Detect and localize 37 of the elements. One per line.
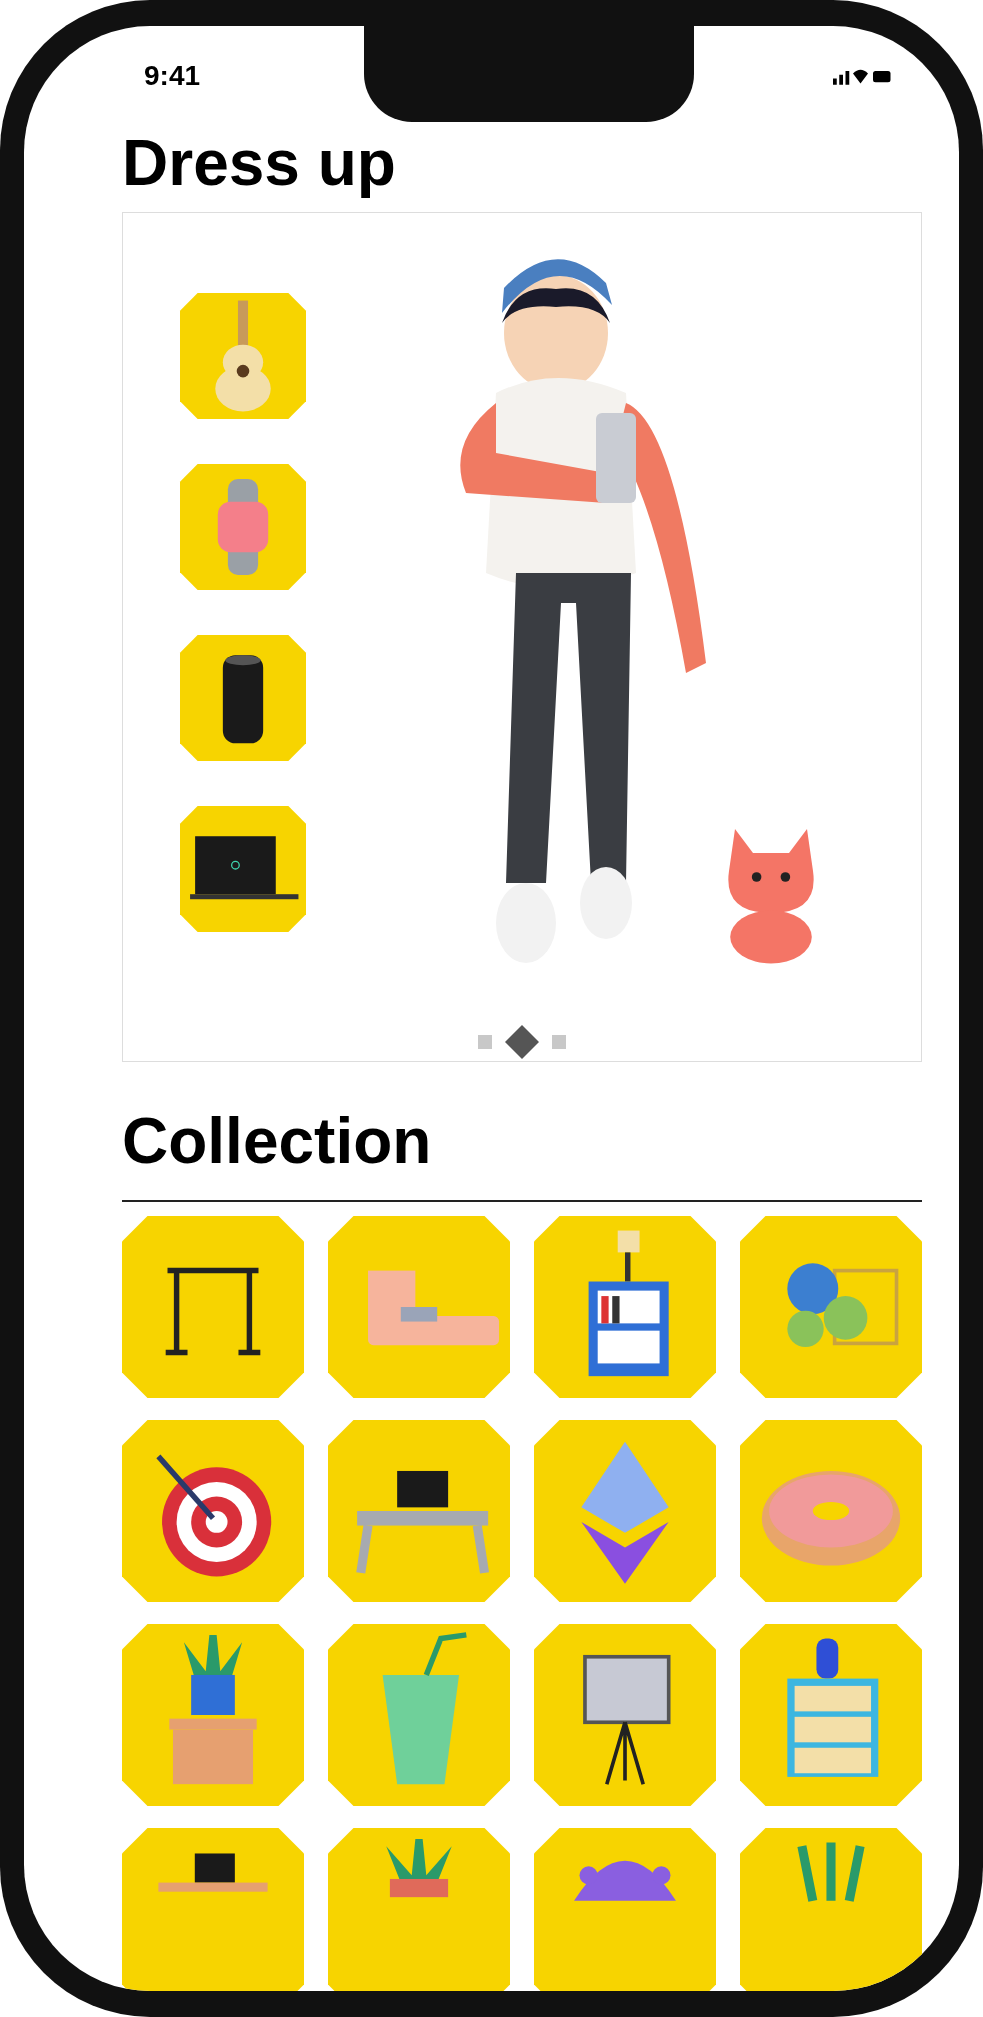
accessory-tile[interactable] xyxy=(180,806,306,932)
status-time: 9:41 xyxy=(144,60,201,92)
collection-tile[interactable] xyxy=(328,1216,510,1398)
bookshelf-icon xyxy=(588,1230,669,1377)
collection-tile[interactable] xyxy=(534,1216,716,1398)
target-icon xyxy=(156,1454,272,1577)
collection-tile[interactable] xyxy=(122,1828,304,1991)
collection-tile[interactable] xyxy=(328,1828,510,1991)
collection-tile[interactable] xyxy=(740,1216,922,1398)
collection-tile[interactable] xyxy=(534,1624,716,1806)
collection-tile[interactable] xyxy=(740,1828,922,1991)
cup-icon xyxy=(382,1632,467,1785)
collection-tile[interactable] xyxy=(122,1216,304,1398)
section-title: Collection xyxy=(122,1104,433,1178)
accessory-tile[interactable] xyxy=(180,293,306,419)
collection-tile[interactable] xyxy=(740,1624,922,1806)
cabinet-icon xyxy=(787,1638,879,1777)
speaker-icon xyxy=(222,655,264,744)
plant-icon xyxy=(386,1838,452,1898)
crystal-icon xyxy=(581,1441,669,1584)
donut-icon xyxy=(761,1470,901,1566)
collection-tile[interactable] xyxy=(740,1420,922,1602)
guitar-icon xyxy=(215,300,271,412)
easel-icon xyxy=(583,1654,671,1786)
watch-icon xyxy=(217,479,269,575)
accessory-tile[interactable] xyxy=(180,464,306,590)
collection-tile[interactable] xyxy=(534,1828,716,1991)
accessory-tile[interactable] xyxy=(180,635,306,761)
laptop-icon xyxy=(190,836,299,900)
collection-tile[interactable] xyxy=(328,1420,510,1602)
plant-stand-icon xyxy=(169,1634,257,1785)
collection-tile[interactable] xyxy=(328,1624,510,1806)
section-title: Dress up xyxy=(122,126,397,200)
collection-tile[interactable] xyxy=(122,1420,304,1602)
table-icon xyxy=(158,1853,268,1892)
collection-tile[interactable] xyxy=(534,1420,716,1602)
collection-tile[interactable] xyxy=(122,1624,304,1806)
